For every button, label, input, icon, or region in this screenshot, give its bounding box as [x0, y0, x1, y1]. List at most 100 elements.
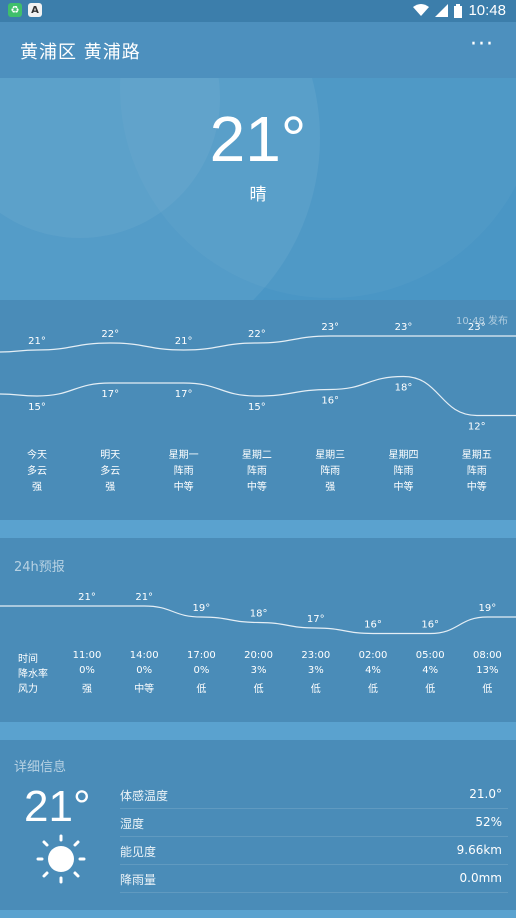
hourly-wind-cell: 低 [310, 684, 321, 695]
day-day: 星期一 [168, 450, 199, 461]
low-temp-label: 15° [248, 402, 266, 413]
hourly-wind-row: 风力 强 中等 低 低 低 低 低 低 [0, 680, 516, 695]
detail-temperature: 21° [24, 782, 91, 831]
hourly-precip-cell: 4% [422, 665, 439, 676]
hourly-time-cell: 23:00 [301, 650, 331, 661]
status-icons: 10:48 [413, 2, 506, 19]
day-column: 今天 多云强 [7, 448, 67, 496]
signal-icon [435, 4, 449, 17]
high-temp-label: 23° [395, 322, 413, 333]
hourly-wind-cell: 低 [196, 684, 207, 695]
day-column: 明天 多云强 [80, 448, 140, 496]
hourly-precip-cell: 4% [365, 665, 381, 676]
hourly-time-cell: 14:00 [129, 650, 159, 661]
day-weather: 阵雨 [466, 466, 487, 477]
hourly-precip-cell: 0% [136, 665, 153, 676]
high-temp-label: 22° [101, 329, 119, 340]
detail-row-rainfall: 降雨量 0.0mm [120, 864, 508, 893]
hourly-wind-cell: 低 [425, 684, 436, 695]
hourly-precip-cell: 0% [193, 665, 210, 676]
detail-label: 体感温度 [120, 789, 169, 803]
day-wind: 中等 [466, 482, 487, 493]
detail-value: 9.66km [456, 843, 502, 857]
location-title[interactable]: 黄浦区 黄浦路 [20, 38, 141, 64]
day-column: 星期一 阵雨 中等 [154, 448, 214, 496]
day-weather: 多云 [100, 466, 121, 477]
day-day: 星期二 [241, 450, 272, 461]
recycle-app-icon: ♻ [8, 3, 22, 17]
hourly-precip-row: 降水率 0% 0% 0% 3% 3% 4% 4% 13% [0, 665, 516, 680]
hourly-precip-cell: 3% [250, 665, 267, 676]
day-column: 星期三 阵雨强 [300, 448, 360, 496]
hourly-time-cell: 02:00 [358, 650, 388, 661]
detail-panel: 详细信息 21° 体感温度 21.0° 湿度 52% 能见度 9.66km 降雨… [0, 740, 516, 910]
hourly-temp-label: 19° [479, 603, 497, 614]
high-temp-label: 23° [321, 322, 339, 333]
weekly-forecast: 10:48 发布 21° 15° 22° 17° 21° 17° 22° 15° 23° 16° 2… [0, 300, 516, 520]
detail-value: 0.0mm [459, 871, 502, 885]
day-weather: 多云 [27, 466, 47, 477]
detail-label: 湿度 [120, 817, 145, 831]
wind-row-label: 风力 [18, 684, 38, 695]
detail-label: 降雨量 [120, 873, 157, 887]
low-temp-label: 17° [101, 389, 119, 400]
current-condition: 晴 [249, 185, 267, 205]
wifi-icon [413, 4, 430, 16]
detail-row-humidity: 湿度 52% [120, 808, 508, 837]
hourly-temp-label: 16° [364, 620, 382, 631]
sun-icon [36, 834, 86, 884]
day-wind: 中等 [246, 482, 267, 493]
section-divider [0, 520, 516, 538]
status-time: 10:48 [468, 2, 506, 19]
day-day: 星期五 [461, 450, 492, 461]
day-wind: 强 [32, 482, 42, 493]
hourly-time-cell: 11:00 [72, 650, 102, 661]
detail-row-visibility: 能见度 9.66km [120, 836, 508, 865]
high-temp-label: 21° [28, 336, 46, 347]
day-wind: 强 [105, 482, 116, 493]
hourly-wind-cell: 低 [368, 684, 378, 695]
high-temp-label: 21° [175, 336, 193, 347]
low-temp-label: 18° [395, 383, 413, 394]
hourly-precip-cell: 13% [476, 665, 499, 676]
detail-value: 52% [475, 815, 502, 829]
day-weather: 阵雨 [173, 466, 194, 477]
high-temp-label: 22° [248, 329, 266, 340]
more-horizontal-icon[interactable]: ··· [470, 32, 494, 57]
day-column: 星期二 阵雨 中等 [227, 448, 287, 496]
hourly-precip-cell: 0% [79, 665, 95, 676]
day-wind: 强 [325, 482, 336, 493]
hourly-wind-cell: 低 [253, 684, 264, 695]
hourly-wind-cell: 低 [482, 684, 493, 695]
low-temp-label: 15° [28, 402, 46, 413]
detail-row-feels-like: 体感温度 21.0° [120, 780, 508, 809]
day-column: 星期五 阵雨 中等 [447, 448, 507, 496]
hourly-wind-cell: 强 [82, 684, 92, 695]
day-day: 明天 [100, 450, 121, 461]
hourly-temperature-chart: 21° 21° 19° 18° 17° 16° 16° 19° [0, 592, 516, 635]
hourly-temp-label: 17° [307, 614, 325, 625]
section-divider [0, 722, 516, 740]
detail-title: 详细信息 [14, 760, 67, 775]
hourly-temp-label: 19° [193, 603, 211, 614]
current-temperature: 21° [209, 103, 307, 175]
day-weather: 阵雨 [320, 466, 341, 477]
hourly-temp-label: 16° [421, 620, 439, 631]
day-wind: 中等 [173, 482, 194, 493]
hourly-time-row: 时间 11:00 14:00 17:00 20:00 23:00 02:00 05:00 08… [0, 650, 516, 665]
bottom-strip [0, 910, 516, 918]
hourly-time-cell: 17:00 [186, 650, 216, 661]
low-temp-label: 17° [175, 389, 193, 400]
time-row-label: 时间 [18, 654, 38, 665]
app-header: 黄浦区 黄浦路 ··· [0, 22, 516, 78]
hourly-time-cell: 05:00 [415, 650, 445, 661]
hourly-time-cell: 08:00 [472, 650, 502, 661]
hourly-wind-cell: 中等 [134, 684, 155, 695]
weekly-temperature-chart: 21° 15° 22° 17° 21° 17° 22° 15° 23° 16° 23° 18° 23° 1… [0, 322, 516, 433]
low-temp-label: 16° [321, 396, 339, 407]
a-app-icon: A [28, 3, 42, 17]
day-weather: 阵雨 [393, 466, 414, 477]
high-temp-label: 23° [468, 322, 486, 333]
day-column: 星期四 阵雨 中等 [374, 448, 434, 496]
day-day: 今天 [27, 450, 47, 461]
